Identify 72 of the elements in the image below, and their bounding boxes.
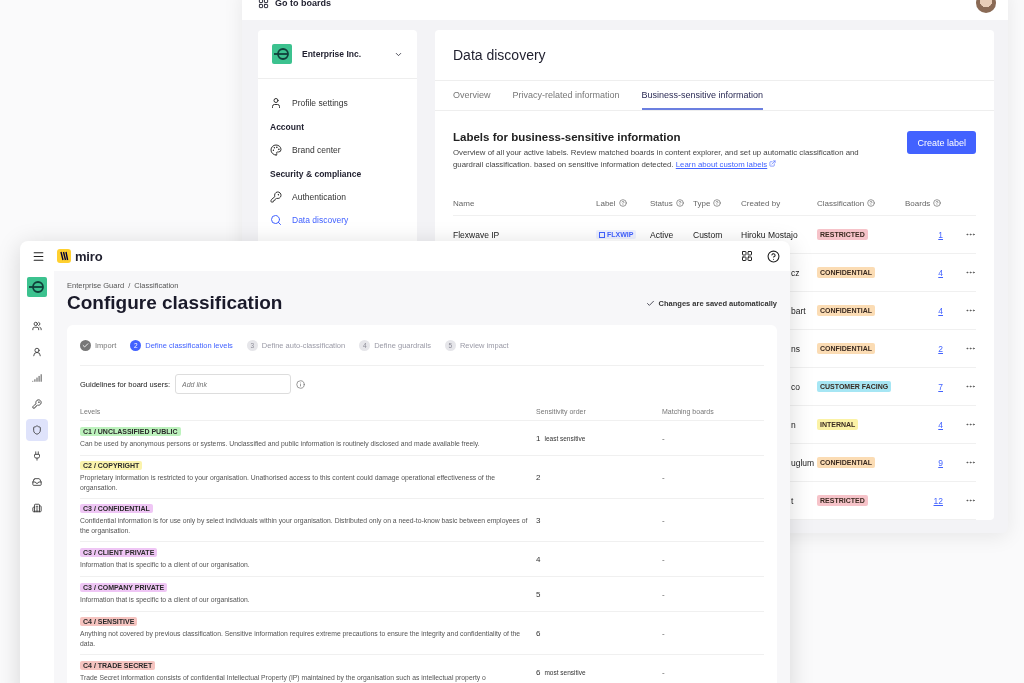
tab[interactable]: Business-sensitive information bbox=[641, 81, 764, 110]
boards-count-link[interactable]: 9 bbox=[938, 457, 943, 468]
column-header: Type bbox=[693, 198, 711, 208]
order-number: 1 bbox=[536, 433, 541, 443]
org-name: Enterprise Inc. bbox=[302, 49, 363, 59]
column-header: Label bbox=[596, 198, 616, 208]
column-header: Name bbox=[453, 198, 475, 208]
boards-count-link[interactable]: 4 bbox=[938, 267, 943, 278]
table-cell-text: Hiroku Mostajo bbox=[741, 229, 799, 240]
search-icon bbox=[270, 213, 282, 226]
column-header: Boards bbox=[905, 198, 931, 208]
tab[interactable]: Privacy-related information bbox=[512, 81, 620, 110]
column-header: Classification bbox=[817, 198, 865, 208]
matching-boards: - bbox=[662, 433, 666, 443]
table-cell-text: Flexwave IP bbox=[453, 229, 501, 240]
grid-icon[interactable] bbox=[741, 250, 753, 262]
company-logo bbox=[27, 277, 47, 297]
key-icon bbox=[270, 190, 282, 203]
matching-boards: - bbox=[662, 554, 666, 564]
company-logo bbox=[272, 44, 292, 64]
matching-boards: - bbox=[662, 667, 666, 677]
page-title: Configure classification bbox=[67, 292, 283, 314]
help-icon[interactable] bbox=[767, 249, 780, 263]
order-number: 6 bbox=[536, 628, 541, 638]
boards-count-link[interactable]: 7 bbox=[938, 381, 943, 392]
grid-icon bbox=[258, 0, 269, 9]
user-icon bbox=[270, 96, 282, 109]
sidebar-heading: Account bbox=[270, 122, 305, 134]
table-cell-text: uglum bbox=[790, 457, 816, 468]
table-cell-text: cz bbox=[790, 267, 801, 278]
table-cell-text: n bbox=[790, 419, 797, 430]
boards-count-link[interactable]: 12 bbox=[933, 495, 943, 506]
sidebar-item[interactable]: Profile settings bbox=[270, 91, 405, 114]
boards-count-link[interactable]: 1 bbox=[938, 229, 943, 240]
matching-boards: - bbox=[662, 589, 666, 599]
matching-boards: - bbox=[662, 472, 666, 482]
table-cell-text: Active bbox=[650, 229, 675, 240]
order-number: 5 bbox=[536, 589, 541, 599]
create-label-button[interactable]: Create label bbox=[907, 131, 976, 154]
order-number: 6 bbox=[536, 667, 541, 677]
table-cell-text: Custom bbox=[693, 229, 724, 240]
order-number: 3 bbox=[536, 515, 541, 525]
tag-icon bbox=[599, 231, 605, 238]
table-cell-text: ns bbox=[790, 343, 801, 354]
section-title: Labels for business-sensitive information bbox=[453, 131, 682, 143]
column-header: Created by bbox=[741, 198, 781, 208]
palette-icon bbox=[270, 143, 282, 156]
sidebar-item[interactable]: Authentication bbox=[270, 185, 405, 208]
order-number: 4 bbox=[536, 554, 541, 564]
boards-count-link[interactable]: 4 bbox=[938, 419, 943, 430]
shield-icon[interactable] bbox=[26, 419, 48, 441]
tab[interactable]: Overview bbox=[453, 81, 491, 110]
page-title: Data discovery bbox=[453, 47, 546, 63]
matching-boards: - bbox=[662, 628, 666, 638]
logo-text: miro bbox=[75, 248, 103, 264]
table-cell-text: co bbox=[790, 381, 801, 392]
boards-count-link[interactable]: 4 bbox=[938, 305, 943, 316]
go-to-boards-link[interactable]: Go to boards bbox=[258, 0, 331, 9]
miro-logo-icon bbox=[57, 249, 71, 263]
boards-count-link[interactable]: 2 bbox=[938, 343, 943, 354]
sidebar-item[interactable]: Data discovery bbox=[270, 208, 405, 231]
sidebar-heading: Security & compliance bbox=[270, 169, 363, 181]
check-icon bbox=[82, 341, 89, 349]
column-header: Status bbox=[650, 198, 673, 208]
menu-icon[interactable] bbox=[32, 249, 45, 263]
order-number: 2 bbox=[536, 472, 541, 482]
matching-boards: - bbox=[662, 515, 666, 525]
check-icon bbox=[645, 298, 655, 308]
info-icon[interactable] bbox=[296, 379, 306, 389]
sidebar-item[interactable]: Brand center bbox=[270, 138, 405, 161]
table-cell-text: t bbox=[790, 495, 795, 506]
table-cell-text: bart bbox=[790, 305, 807, 316]
